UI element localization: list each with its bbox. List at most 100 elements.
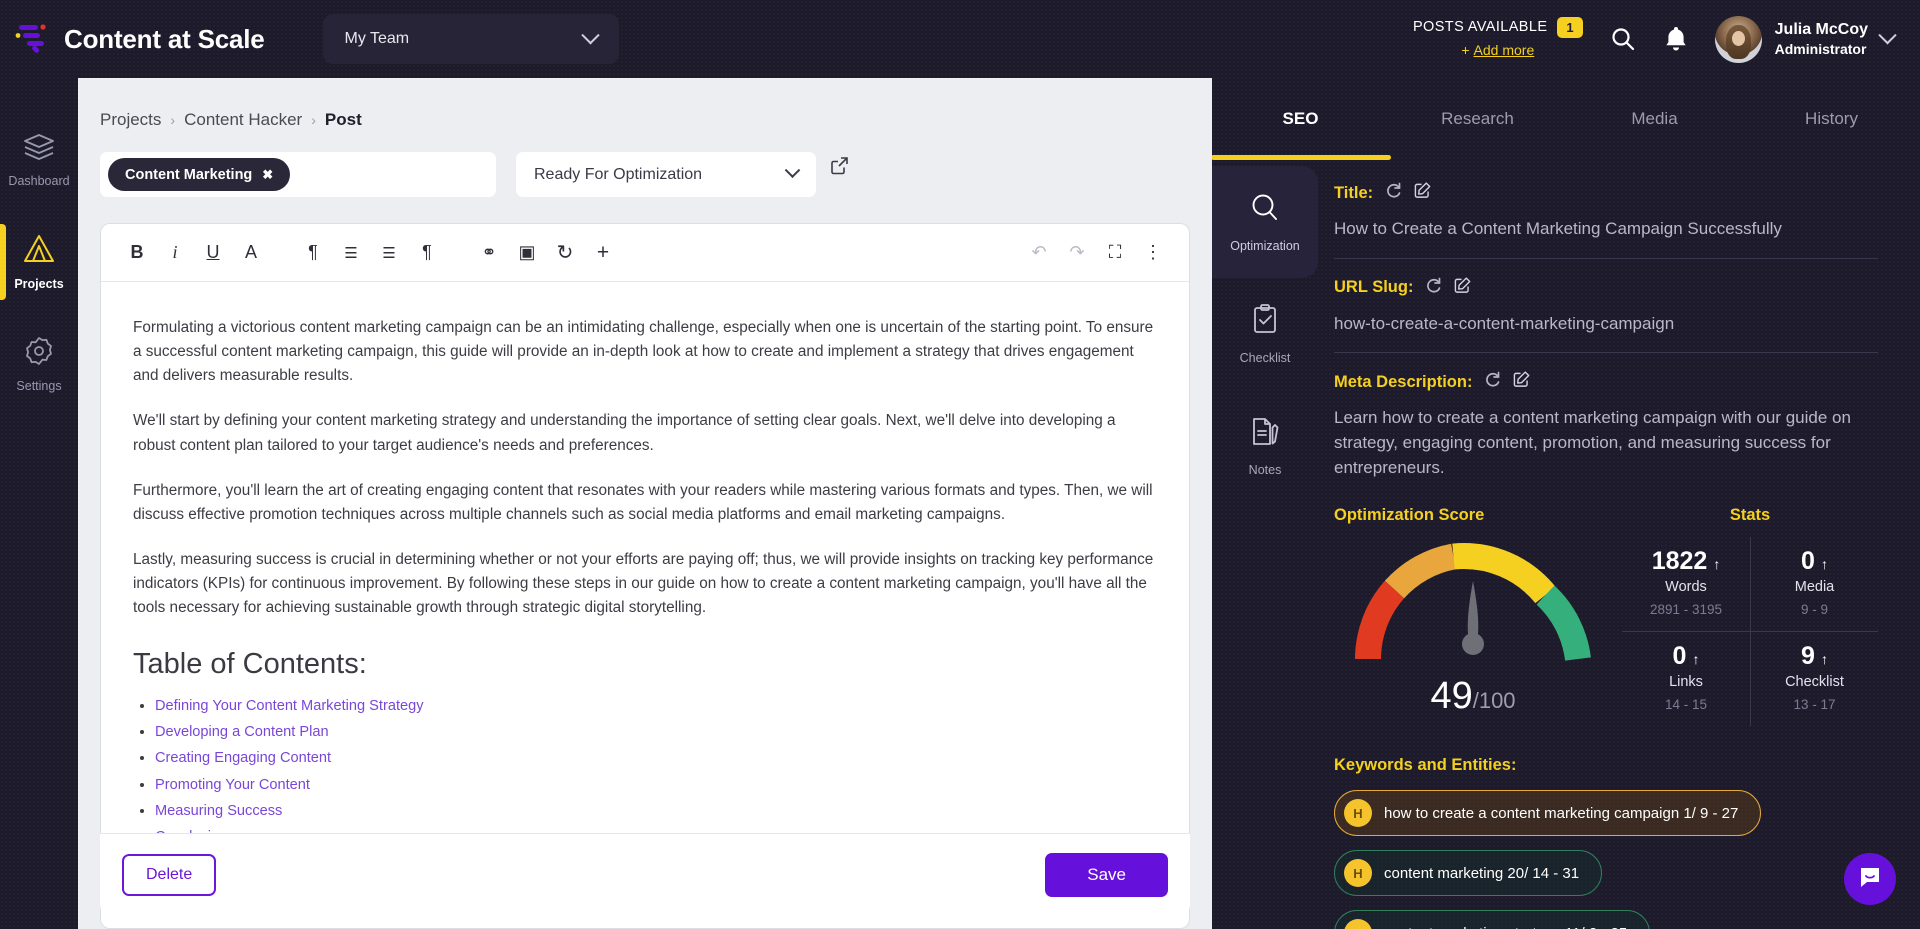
document-paragraph: Furthermore, you'll learn the art of cre… <box>133 481 1153 523</box>
external-link-icon[interactable] <box>830 156 849 180</box>
toc-link[interactable]: Developing a Content Plan <box>155 724 329 740</box>
breadcrumb-item-projects[interactable]: Projects <box>100 110 161 130</box>
toc-item: Promoting Your Content <box>155 774 1157 797</box>
user-menu[interactable]: Julia McCoy Administrator <box>1714 15 1897 63</box>
keyword-chip[interactable]: H how to create a content marketing camp… <box>1334 790 1762 837</box>
tool-notes[interactable]: Notes <box>1212 390 1318 502</box>
stats-grid: 1822 ↑ Words 2891 - 3195 0 ↑ Media 9 - 9 0… <box>1622 537 1878 727</box>
font-size-button[interactable]: A <box>233 235 269 271</box>
score-number: 49 <box>1430 675 1473 718</box>
trend-up-icon: ↑ <box>1713 556 1721 573</box>
user-role: Administrator <box>1774 41 1867 58</box>
refresh-icon[interactable] <box>1425 277 1442 299</box>
refresh-icon[interactable] <box>1385 182 1402 204</box>
sidebar-item-label: Settings <box>16 379 62 393</box>
brand-name: Content at Scale <box>64 23 265 54</box>
toc-link[interactable]: Promoting Your Content <box>155 777 310 793</box>
add-more-link[interactable]: + Add more <box>1413 40 1583 61</box>
sidebar-item-dashboard[interactable]: Dashboard <box>0 114 78 206</box>
divider <box>1334 257 1878 259</box>
undo-button[interactable]: ↶ <box>1021 235 1057 271</box>
seo-content: Title: How to Create a Content Marketing… <box>1318 160 1920 929</box>
underline-button[interactable]: U <box>195 235 231 271</box>
score-and-stats: Optimization Score 49/100 Stats 1822 ↑ W… <box>1334 506 1878 727</box>
stat-value: 0 <box>1801 547 1815 576</box>
insert-image-button[interactable]: ▣ <box>509 235 545 271</box>
sidebar-item-settings[interactable]: Settings <box>0 318 78 410</box>
divider <box>1334 352 1878 354</box>
breadcrumb-item-content-hacker[interactable]: Content Hacker <box>184 110 302 130</box>
status-dropdown[interactable]: Ready For Optimization <box>516 152 816 197</box>
chevron-down-icon <box>1878 25 1897 44</box>
align-center-button[interactable]: ☰ <box>371 235 407 271</box>
document-body[interactable]: Formulating a victorious content marketi… <box>101 282 1189 928</box>
fullscreen-button[interactable]: ⛶ <box>1097 235 1133 271</box>
editor-footer: Delete Save <box>100 833 1190 915</box>
support-chat-button[interactable] <box>1844 853 1896 905</box>
tool-label: Checklist <box>1239 351 1291 365</box>
insert-more-button[interactable]: + <box>585 235 621 271</box>
editor-card: B i U A ¶ ☰ ☰ ¶ ⚭ ▣ ↻ + ↶ ↷ ⛶ ⋮ Formulat… <box>100 223 1190 929</box>
edit-pencil-icon[interactable] <box>1454 277 1471 299</box>
brand-logo[interactable]: Content at Scale <box>14 22 265 56</box>
heading-badge-icon: H <box>1344 859 1372 888</box>
redo-button[interactable]: ↷ <box>1059 235 1095 271</box>
breadcrumb-separator-icon: › <box>170 112 176 128</box>
stat-range: 14 - 15 <box>1664 697 1708 713</box>
toc-heading: Table of Contents: <box>133 647 367 680</box>
edit-pencil-icon[interactable] <box>1414 182 1431 204</box>
tool-optimization[interactable]: Optimization <box>1212 166 1318 278</box>
stat-value: 0 <box>1672 642 1687 671</box>
posts-available-label: POSTS AVAILABLE <box>1412 18 1548 35</box>
italic-glyph: i <box>172 242 178 262</box>
tab-media[interactable]: Media <box>1566 78 1743 160</box>
team-selector[interactable]: My Team <box>322 14 619 64</box>
tab-history[interactable]: History <box>1743 78 1920 160</box>
seo-field-label: Title: <box>1334 183 1374 202</box>
stats-panel: Stats 1822 ↑ Words 2891 - 3195 0 ↑ Media 9… <box>1622 506 1878 727</box>
post-meta-row: Content Marketing ✖ Ready For Optimizati… <box>100 152 1212 197</box>
stat-range: 9 - 9 <box>1800 602 1828 618</box>
regenerate-button[interactable]: ↻ <box>547 235 583 271</box>
toc-item: Measuring Success <box>155 800 1157 823</box>
keyword-chip[interactable]: H content marketing strategy 11/ 2 - 25 <box>1334 910 1651 929</box>
toc-link[interactable]: Creating Engaging Content <box>155 750 331 766</box>
align-left-button[interactable]: ☰ <box>333 235 369 271</box>
sidebar-item-projects[interactable]: Projects <box>0 216 78 308</box>
paragraph-indent-button[interactable]: ¶ <box>409 235 445 271</box>
toc-item: Defining Your Content Marketing Strategy <box>155 695 1157 718</box>
delete-button[interactable]: Delete <box>122 853 217 896</box>
remove-tag-icon[interactable]: ✖ <box>262 167 273 183</box>
stat-range: 2891 - 3195 <box>1649 602 1723 618</box>
tags-input[interactable]: Content Marketing ✖ <box>100 152 496 197</box>
tab-seo[interactable]: SEO <box>1212 78 1389 160</box>
stat-label: Checklist <box>1785 674 1844 691</box>
seo-field-label: URL Slug: <box>1334 278 1414 297</box>
toc-link[interactable]: Defining Your Content Marketing Strategy <box>155 698 424 714</box>
tag-chip-content-marketing[interactable]: Content Marketing ✖ <box>108 158 291 191</box>
breadcrumb-item-post[interactable]: Post <box>325 110 362 130</box>
paragraph-style-button[interactable]: ¶ <box>295 235 331 271</box>
refresh-icon[interactable] <box>1484 371 1501 393</box>
top-bar-right: POSTS AVAILABLE 1 + Add more Julia McCoy <box>1412 15 1897 63</box>
more-options-button[interactable]: ⋮ <box>1135 235 1171 271</box>
tool-checklist[interactable]: Checklist <box>1212 278 1318 390</box>
search-icon[interactable] <box>1609 25 1637 53</box>
tab-research[interactable]: Research <box>1389 78 1566 160</box>
toc-link[interactable]: Measuring Success <box>155 803 282 819</box>
bell-icon[interactable] <box>1663 25 1689 53</box>
edit-pencil-icon[interactable] <box>1513 371 1530 393</box>
keyword-label: content marketing 20/ 14 - 31 <box>1384 864 1580 882</box>
save-button[interactable]: Save <box>1045 852 1168 897</box>
breadcrumb: Projects › Content Hacker › Post <box>100 110 1212 130</box>
seo-field-label: Meta Description: <box>1334 372 1473 391</box>
keyword-label: how to create a content marketing campai… <box>1384 804 1739 822</box>
note-pencil-icon <box>1249 415 1281 454</box>
keyword-chip[interactable]: H content marketing 20/ 14 - 31 <box>1334 850 1603 897</box>
seo-tab-bar: SEO Research Media History <box>1212 78 1920 160</box>
italic-button[interactable]: i <box>157 235 193 271</box>
chevron-down-icon <box>580 25 600 44</box>
magnifier-icon <box>1248 191 1282 230</box>
bold-button[interactable]: B <box>119 235 155 271</box>
insert-link-button[interactable]: ⚭ <box>471 235 507 271</box>
